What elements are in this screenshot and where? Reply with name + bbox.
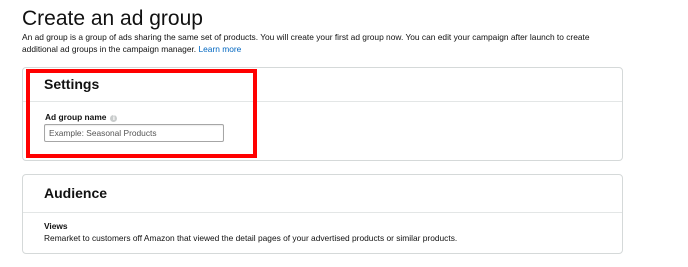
audience-card-header: Audience: [23, 175, 622, 213]
settings-card: Settings Ad group name i: [22, 67, 623, 161]
ad-group-name-input[interactable]: [44, 124, 224, 142]
settings-title: Settings: [44, 76, 100, 92]
info-icon[interactable]: i: [110, 115, 118, 122]
settings-card-header: Settings: [23, 68, 622, 102]
views-label: Views: [44, 221, 68, 231]
audience-title: Audience: [44, 185, 108, 201]
page-title: Create an ad group: [22, 7, 203, 30]
views-description: Remarket to customers off Amazon that vi…: [44, 233, 458, 243]
audience-card: Audience Views Remarket to customers off…: [22, 174, 623, 254]
ad-group-name-label-text: Ad group name: [45, 112, 107, 122]
ad-group-name-label: Ad group name i: [45, 112, 118, 122]
page-description-text: An ad group is a group of ads sharing th…: [22, 32, 590, 54]
page-description: An ad group is a group of ads sharing th…: [22, 31, 622, 55]
learn-more-link[interactable]: Learn more: [198, 44, 241, 54]
